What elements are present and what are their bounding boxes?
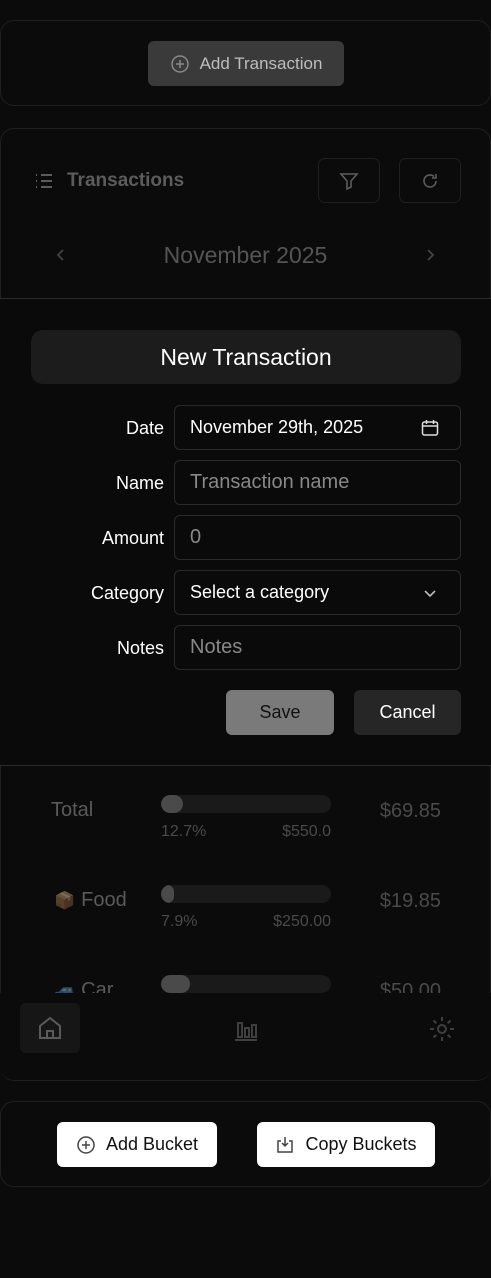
- refresh-button[interactable]: [399, 158, 461, 203]
- bucket-limit: $250.00: [273, 913, 331, 930]
- modal-title: New Transaction: [31, 330, 461, 384]
- notes-label: Notes: [116, 638, 164, 658]
- month-label: November 2025: [163, 242, 328, 268]
- new-transaction-modal: New Transaction Date November 29th, 2025…: [0, 298, 491, 766]
- date-label: Date: [125, 418, 164, 438]
- notes-placeholder: Notes: [190, 636, 243, 658]
- category-label: Category: [90, 583, 164, 603]
- copy-buckets-label: Copy Buckets: [305, 1134, 417, 1154]
- date-value: November 29th, 2025: [190, 417, 364, 437]
- bucket-progress-bar: [161, 975, 331, 993]
- bucket-limit: $550.0: [282, 823, 331, 840]
- add-bucket-button[interactable]: Add Bucket: [57, 1122, 217, 1167]
- notes-input[interactable]: Notes: [174, 625, 461, 670]
- cancel-button[interactable]: Cancel: [354, 690, 461, 735]
- add-transaction-label: Add Transaction: [199, 53, 323, 73]
- bucket-spent: $19.85: [379, 890, 441, 912]
- bucket-spent: $69.85: [379, 800, 441, 822]
- plus-circle-icon: [170, 54, 189, 73]
- name-placeholder: Transaction name: [190, 471, 350, 493]
- add-transaction-button[interactable]: Add Transaction: [148, 41, 344, 86]
- plus-circle-icon: [77, 1135, 95, 1154]
- bucket-name: 📦 Food: [54, 889, 127, 911]
- amount-input[interactable]: 0: [174, 515, 461, 560]
- month-navigator: November 2025: [0, 240, 491, 270]
- amount-label: Amount: [101, 528, 164, 548]
- nav-home-button[interactable]: [20, 1003, 80, 1053]
- bucket-row-total[interactable]: Total 12.7% $550.0 $69.85: [0, 795, 491, 855]
- list-icon: [36, 174, 52, 188]
- chevron-down-icon: [424, 590, 436, 598]
- category-select[interactable]: Select a category: [174, 570, 461, 615]
- bucket-progress-fill: [161, 975, 190, 993]
- refresh-icon: [423, 173, 437, 188]
- bar-chart-icon[interactable]: [232, 1015, 260, 1043]
- date-picker[interactable]: November 29th, 2025: [174, 405, 461, 450]
- copy-download-icon: [277, 1136, 294, 1153]
- package-icon: 📦: [54, 890, 76, 910]
- amount-placeholder: 0: [190, 526, 202, 548]
- chevron-right-icon[interactable]: [421, 246, 439, 264]
- bucket-progress-bar: [161, 885, 331, 903]
- gear-icon[interactable]: [428, 1015, 456, 1043]
- bucket-progress-fill: [161, 795, 183, 813]
- bucket-progress-bar: [161, 795, 331, 813]
- home-icon: [39, 1016, 61, 1039]
- bucket-row-food[interactable]: 📦 Food 7.9% $250.00 $19.85: [0, 885, 491, 945]
- save-button[interactable]: Save: [226, 690, 334, 735]
- bottom-nav: [0, 993, 491, 1081]
- name-label: Name: [115, 473, 164, 493]
- calendar-icon: [421, 420, 439, 436]
- add-bucket-label: Add Bucket: [105, 1134, 199, 1154]
- bucket-percent: 7.9%: [161, 913, 198, 930]
- bucket-progress-fill: [161, 885, 175, 903]
- filter-icon: [339, 172, 359, 190]
- category-value: Select a category: [190, 582, 330, 602]
- name-input[interactable]: Transaction name: [174, 460, 461, 505]
- bucket-name: Total: [51, 799, 94, 821]
- bucket-percent: 12.7%: [161, 823, 207, 840]
- filter-button[interactable]: [318, 158, 380, 203]
- transactions-title: Transactions: [67, 170, 185, 191]
- copy-buckets-button[interactable]: Copy Buckets: [257, 1122, 435, 1167]
